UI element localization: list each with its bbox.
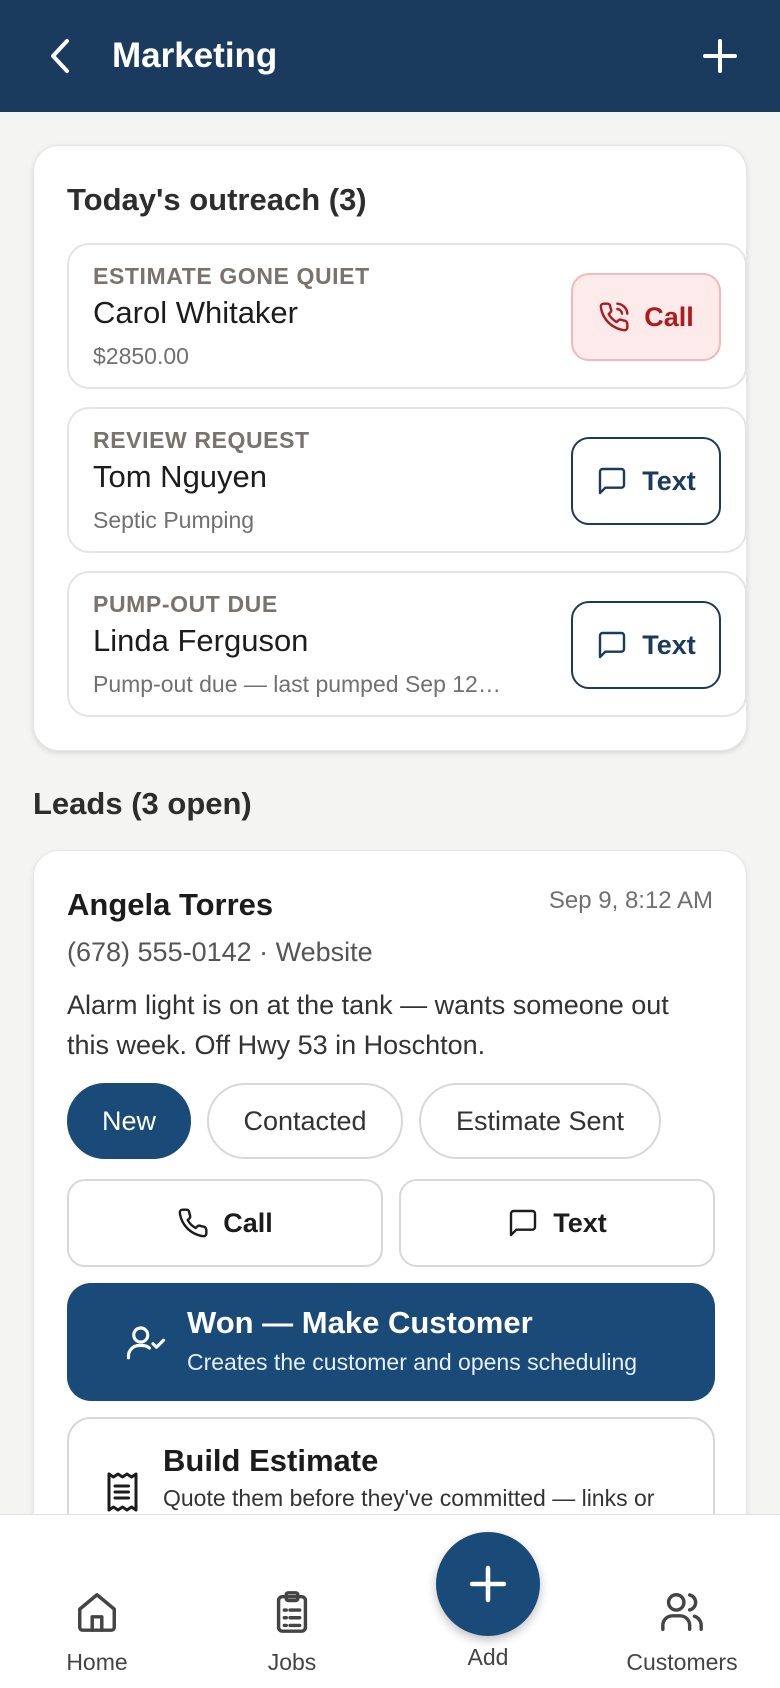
text-button-label: Text (642, 629, 696, 660)
app-header: Marketing (0, 0, 780, 112)
lead-contact-meta: (678) 555-0142 · Website (67, 937, 373, 967)
message-icon (510, 1209, 537, 1237)
outreach-item: PUMP-OUT DUE Linda Ferguson Pump-out due… (67, 571, 747, 717)
nav-customers[interactable]: Customers (602, 1587, 762, 1683)
call-button-label: Call (644, 301, 694, 332)
nav-jobs[interactable]: Jobs (212, 1587, 372, 1683)
outreach-name: Tom Nguyen (93, 459, 268, 494)
lead-text-button[interactable]: Text (399, 1179, 715, 1267)
nav-jobs-label: Jobs (267, 1649, 317, 1675)
nav-add-label: Add (467, 1644, 509, 1670)
won-make-customer-button[interactable]: Won — Make Customer Creates the customer… (67, 1283, 715, 1401)
outreach-item: REVIEW REQUEST Tom Nguyen Septic Pumping… (67, 407, 747, 553)
nav-home[interactable]: Home (17, 1587, 177, 1683)
receipt-icon (107, 1472, 138, 1512)
outreach-kind: PUMP-OUT DUE (93, 591, 278, 617)
estimate-title: Build Estimate (163, 1443, 379, 1478)
plus-icon (703, 39, 737, 73)
text-button[interactable]: Text (571, 601, 721, 689)
phone-icon (178, 1208, 208, 1238)
outreach-item: ESTIMATE GONE QUIET Carol Whitaker $2850… (67, 243, 747, 389)
add-button[interactable] (696, 34, 744, 78)
text-button[interactable]: Text (571, 437, 721, 525)
won-title: Won — Make Customer (187, 1305, 533, 1340)
outreach-detail: Septic Pumping (93, 507, 255, 533)
estimate-subtitle: Quote them before they've committed — li… (163, 1485, 655, 1511)
outreach-name: Linda Ferguson (93, 623, 309, 658)
lead-call-button[interactable]: Call (67, 1179, 383, 1267)
outreach-kind: REVIEW REQUEST (93, 427, 310, 453)
outreach-title: Today's outreach (3) (67, 182, 367, 217)
nav-home-label: Home (66, 1649, 128, 1675)
chevron-left-icon (51, 39, 69, 73)
bottom-nav: Home Jobs Customers (0, 1514, 780, 1688)
lead-note: Alarm light is on at the tank — wants so… (67, 990, 669, 1060)
lead-call-label: Call (223, 1207, 273, 1238)
lead-timestamp: Sep 9, 8:12 AM (548, 887, 713, 914)
lead-name: Angela Torres (67, 887, 274, 922)
back-button[interactable] (40, 34, 80, 78)
outreach-detail: Pump-out due — last pumped Sep 12… (93, 671, 501, 697)
leads-title: Leads (3 open) (33, 786, 252, 821)
add-fab-button[interactable] (436, 1532, 540, 1636)
outreach-card: Today's outreach (3) ESTIMATE GONE QUIET… (33, 145, 747, 751)
users-icon (661, 1593, 703, 1631)
status-chip-new[interactable]: New (67, 1083, 191, 1159)
status-chip-estimate-sent[interactable]: Estimate Sent (419, 1083, 661, 1159)
outreach-detail: $2850.00 (93, 343, 189, 369)
lead-card: Angela Torres Sep 9, 8:12 AM (678) 555-0… (33, 850, 747, 1550)
status-chip-contacted[interactable]: Contacted (207, 1083, 403, 1159)
home-icon (78, 1593, 116, 1632)
nav-customers-label: Customers (626, 1649, 738, 1675)
user-check-icon (126, 1326, 166, 1360)
message-icon (599, 631, 626, 659)
plus-icon (469, 1565, 507, 1603)
page-title: Marketing (112, 36, 278, 75)
won-subtitle: Creates the customer and opens schedulin… (187, 1349, 638, 1375)
text-button-label: Text (642, 465, 696, 496)
outreach-name: Carol Whitaker (93, 295, 298, 330)
message-icon (599, 467, 626, 495)
outreach-kind: ESTIMATE GONE QUIET (93, 263, 370, 289)
lead-text-label: Text (553, 1207, 607, 1238)
call-button[interactable]: Call (571, 273, 721, 361)
clipboard-list-icon (276, 1591, 308, 1633)
phone-call-icon (599, 302, 629, 332)
